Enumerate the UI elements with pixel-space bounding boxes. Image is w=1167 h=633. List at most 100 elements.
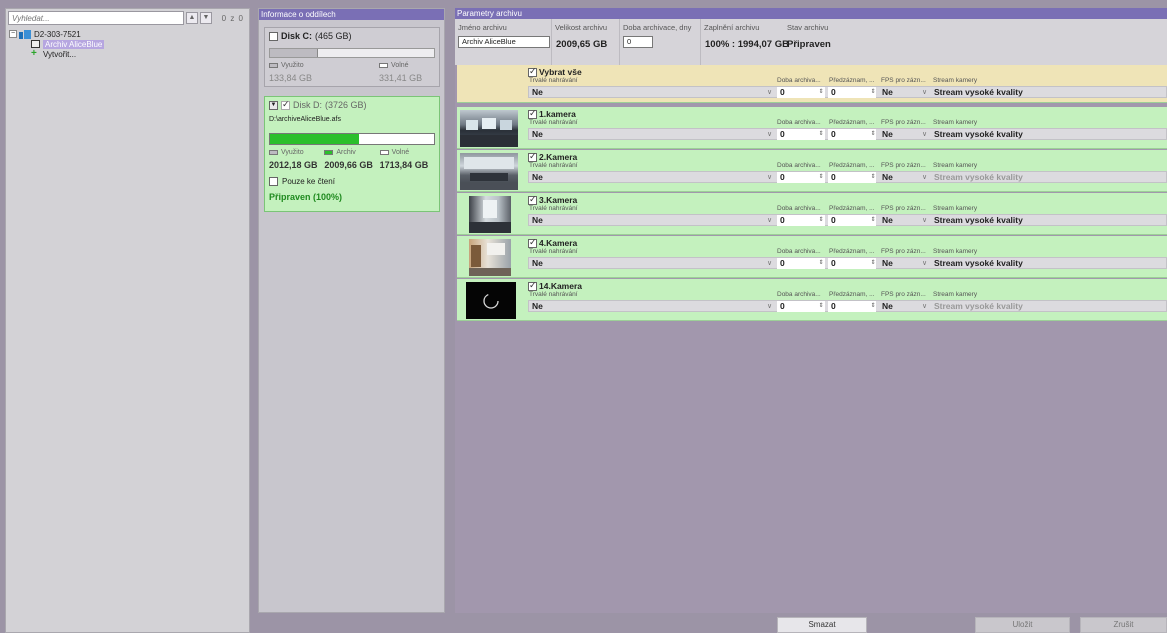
legend-free-label: Volné [391,62,409,69]
spinner-icon[interactable]: ⇕ [818,216,824,224]
col-permanent-head: Trvalé nahrávání [529,162,578,169]
disk-d-checkbox[interactable] [281,99,290,110]
readonly-label: Pouze ke čtení [282,177,335,186]
free-swatch-icon [379,63,389,68]
col-fps-head: FPS pro zázn... [881,119,926,126]
chevron-down-icon[interactable]: ∨ [922,258,927,269]
camera-header[interactable]: 4.Kamera [528,237,577,248]
disk-d-archive-value: 2009,66 GB [324,160,373,170]
disk-d-name: Disk D: [293,100,322,110]
disk-d-card[interactable]: ▼ Disk D: (3726 GB) D:\archiveAliceBlue.… [264,96,440,212]
camera-checkbox[interactable] [528,151,537,162]
disk-c-name: Disk C: [281,31,313,41]
permanent-select[interactable]: Ne [529,87,774,98]
stream-select[interactable]: Stream vysoké kvality [931,129,1161,140]
spinner-icon[interactable]: ⇕ [870,259,876,267]
collapse-icon[interactable]: − [9,30,17,38]
chevron-down-icon[interactable]: ∨ [922,301,927,312]
camera-preview-image[interactable] [466,282,516,319]
chevron-up-icon[interactable]: ▲ [186,12,198,24]
camera-header[interactable]: 2.Kamera [528,151,577,162]
chevron-down-icon[interactable]: ∨ [767,129,772,140]
camera-preview-image[interactable] [469,239,511,276]
chevron-down-icon[interactable]: ▼ [200,12,212,24]
stream-select[interactable]: Stream vysoké kvality [931,215,1161,226]
col-fps-head: FPS pro zázn... [881,205,926,212]
camera-checkbox[interactable] [528,108,537,119]
disk-d-size: (3726 GB) [325,100,367,110]
spinner-icon[interactable]: ⇕ [818,259,824,267]
disk-c-checkbox[interactable] [269,31,278,41]
prerecord-input[interactable]: 0 [828,129,876,140]
spinner-icon[interactable]: ⇕ [870,302,876,310]
chevron-down-icon[interactable]: ∨ [922,87,927,98]
archive-name-input[interactable]: Archiv AliceBlue [458,36,550,48]
archive-duration-input[interactable]: 0 [623,36,653,48]
select-all-checkbox[interactable] [528,66,537,77]
disk-c-card[interactable]: Disk C: (465 GB) Využito Volné 133,84 GB… [264,27,440,87]
search-input[interactable] [8,11,184,25]
camera-row: 2.Kamera Trvalé nahrávání Doba archiva..… [457,150,1167,192]
stream-select[interactable]: Stream vysoké kvality [931,87,1161,98]
permanent-select[interactable]: Ne [529,258,774,269]
prerecord-input[interactable]: 0 [828,215,876,226]
stream-select[interactable]: Stream vysoké kvality [931,258,1161,269]
spinner-icon[interactable]: ⇕ [870,216,876,224]
tree-item-archive[interactable]: Archiv AliceBlue [9,39,247,49]
permanent-select[interactable]: Ne [529,129,774,140]
camera-row: 1.kamera Trvalé nahrávání Doba archiva..… [457,107,1167,149]
camera-header[interactable]: 3.Kamera [528,194,577,205]
select-all-header[interactable]: Vybrat vše [528,66,582,77]
readonly-checkbox[interactable] [269,177,278,186]
camera-header[interactable]: 1.kamera [528,108,576,119]
spinner-icon[interactable]: ⇕ [818,88,824,96]
archive-name-label: Jméno archivu [458,23,507,32]
delete-button[interactable]: Smazat [777,617,867,633]
prerecord-input[interactable]: 0 [828,87,876,98]
stream-select[interactable]: Stream vysoké kvality [931,301,1161,312]
chevron-down-icon[interactable]: ∨ [767,172,772,183]
chevron-down-icon[interactable]: ∨ [767,215,772,226]
prerecord-input[interactable]: 0 [828,172,876,183]
search-match-count: 0 z 0 [221,13,244,23]
readonly-option[interactable]: Pouze ke čtení [269,177,335,186]
permanent-select[interactable]: Ne [529,301,774,312]
stream-select[interactable]: Stream vysoké kvality [931,172,1161,183]
chevron-down-icon[interactable]: ∨ [922,129,927,140]
spinner-icon[interactable]: ⇕ [818,130,824,138]
spinner-icon[interactable]: ⇕ [818,302,824,310]
chevron-down-icon[interactable]: ∨ [922,172,927,183]
archive-params-panel: Parametry archivu Jméno archivu Archiv A… [455,8,1167,613]
camera-checkbox[interactable] [528,280,537,291]
camera-preview-image[interactable] [460,110,518,147]
permanent-select[interactable]: Ne [529,172,774,183]
chevron-down-icon[interactable]: ∨ [767,301,772,312]
archive-duration-col: Doba archivace, dny 0 [620,19,701,65]
prerecord-input[interactable]: 0 [828,258,876,269]
camera-preview-image[interactable] [469,196,511,233]
disk-d-free-value: 1713,84 GB [379,160,429,170]
cancel-button[interactable]: Zrušit [1080,617,1167,633]
used-swatch-icon [269,150,278,155]
camera-checkbox[interactable] [528,194,537,205]
permanent-select[interactable]: Ne [529,215,774,226]
camera-header[interactable]: 14.Kamera [528,280,582,291]
camera-checkbox[interactable] [528,237,537,248]
chevron-down-icon[interactable]: ∨ [922,215,927,226]
tree-view: − D2-303-7521 Archiv AliceBlue + Vytvoři… [9,29,247,59]
archive-state-value: Připraven [787,39,831,50]
spinner-icon[interactable]: ⇕ [870,173,876,181]
spinner-icon[interactable]: ⇕ [870,88,876,96]
chevron-down-icon[interactable]: ▼ [269,100,278,110]
save-button[interactable]: Uložit [975,617,1070,633]
legend-used-label: Využito [281,149,304,156]
camera-preview-image[interactable] [460,153,518,190]
chevron-down-icon[interactable]: ∨ [767,87,772,98]
tree-item-create[interactable]: + Vytvořit... [9,49,247,59]
camera-name: 1.kamera [539,109,576,119]
prerecord-input[interactable]: 0 [828,301,876,312]
chevron-down-icon[interactable]: ∨ [767,258,772,269]
spinner-icon[interactable]: ⇕ [870,130,876,138]
spinner-icon[interactable]: ⇕ [818,173,824,181]
tree-item-server[interactable]: − D2-303-7521 [9,29,247,39]
